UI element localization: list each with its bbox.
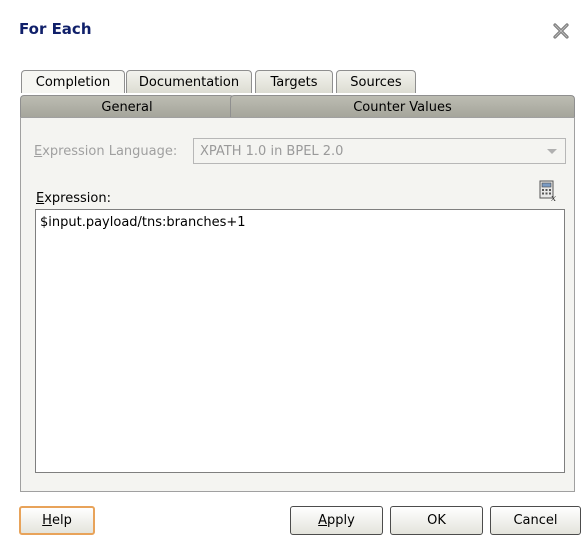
expression-mnemonic: E [36, 191, 45, 206]
tab-completion[interactable]: Completion [21, 70, 125, 93]
ok-label: OK [427, 513, 446, 528]
apply-mnemonic: A [318, 513, 328, 528]
expression-builder-icon[interactable]: x [538, 180, 558, 204]
help-mnemonic: H [42, 513, 52, 528]
expression-label-text: xpression: [44, 191, 111, 206]
close-icon[interactable] [550, 20, 572, 42]
for-each-dialog: For Each Completion Documentation Target… [0, 0, 583, 541]
expression-textarea[interactable]: $input.payload/tns:branches+1 [35, 209, 565, 473]
tab-documentation-label: Documentation [138, 74, 240, 90]
chevron-down-icon [547, 149, 557, 154]
expression-language-label: Expression Language: [34, 144, 177, 159]
tab-targets[interactable]: Targets [255, 70, 333, 93]
tab-targets-label: Targets [270, 74, 318, 90]
apply-label: pply [327, 513, 355, 528]
svg-text:x: x [551, 194, 556, 202]
tab-general-label: General [101, 99, 153, 115]
tab-completion-label: Completion [35, 74, 111, 90]
cancel-button[interactable]: Cancel [490, 506, 581, 535]
tab-sources-label: Sources [350, 74, 402, 90]
tab-documentation[interactable]: Documentation [126, 70, 252, 93]
tab-counter-values-label: Counter Values [353, 99, 452, 115]
dialog-title: For Each [19, 20, 92, 38]
expression-language-mnemonic: E [34, 144, 43, 159]
cancel-label: Cancel [513, 513, 558, 528]
expression-language-value: XPATH 1.0 in BPEL 2.0 [200, 144, 344, 159]
help-button[interactable]: Help [19, 506, 95, 535]
ok-button[interactable]: OK [390, 506, 483, 535]
expression-language-label-text: xpression Language: [42, 144, 178, 159]
tab-counter-values[interactable]: Counter Values [230, 95, 575, 118]
tab-general[interactable]: General [20, 95, 234, 118]
apply-button[interactable]: Apply [290, 506, 383, 535]
expression-language-select[interactable]: XPATH 1.0 in BPEL 2.0 [193, 138, 566, 164]
tab-sources[interactable]: Sources [336, 70, 416, 93]
expression-label: Expression: [36, 191, 111, 206]
help-label: elp [51, 513, 72, 528]
